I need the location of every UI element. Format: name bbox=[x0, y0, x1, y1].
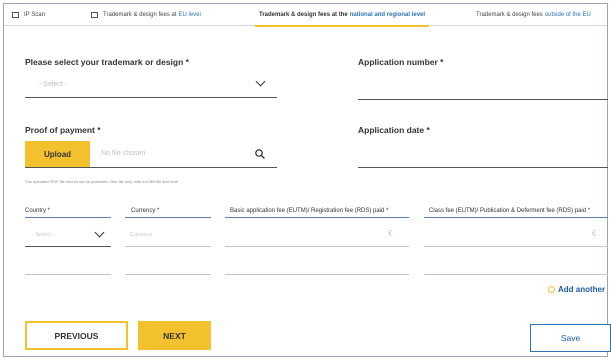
search-icon[interactable] bbox=[255, 149, 265, 159]
tab-highlight: EU level bbox=[178, 12, 201, 18]
trademark-select[interactable]: - Select - bbox=[39, 81, 67, 88]
add-another-label: Add another bbox=[558, 285, 606, 294]
chevron-down-icon[interactable] bbox=[94, 227, 105, 238]
upload-button[interactable]: Upload bbox=[25, 141, 90, 167]
tab-highlight: national and regional level bbox=[349, 12, 426, 18]
tab-national-regional[interactable]: Trademark & design fees at the national … bbox=[254, 4, 430, 27]
proof-of-payment-label: Proof of payment * bbox=[25, 125, 101, 135]
application-number-input[interactable] bbox=[358, 99, 608, 100]
file-underline bbox=[25, 167, 277, 168]
column-currency: Currency * bbox=[131, 208, 160, 214]
application-date-label: Application date * bbox=[358, 125, 430, 135]
currency-field[interactable]: Currency bbox=[130, 232, 152, 238]
no-file-text: No file chosen bbox=[101, 150, 146, 157]
currency-underline bbox=[125, 246, 211, 247]
row-underline[interactable] bbox=[25, 274, 111, 275]
next-button[interactable]: NEXT bbox=[138, 321, 211, 350]
column-country: Country * bbox=[25, 208, 51, 214]
column-underline bbox=[125, 217, 211, 218]
row-underline[interactable] bbox=[424, 274, 608, 275]
tab-ip-scan[interactable]: IP Scan bbox=[12, 4, 45, 26]
country-underline bbox=[25, 246, 111, 247]
country-select[interactable]: - Select - bbox=[32, 232, 54, 238]
tab-label: Trademark & design fees at bbox=[103, 12, 177, 18]
column-underline bbox=[225, 217, 409, 218]
application-number-label: Application number * bbox=[358, 57, 444, 67]
column-class-fee: Class fee (EUTM)/ Publication & Defermen… bbox=[429, 208, 591, 214]
column-basic-fee: Basic application fee (EUTM)/ Registrati… bbox=[230, 208, 389, 214]
chevron-down-icon[interactable] bbox=[255, 76, 266, 87]
tab-highlight: outside of the EU bbox=[544, 12, 591, 18]
row-underline[interactable] bbox=[125, 274, 211, 275]
column-underline bbox=[25, 217, 111, 218]
add-circle-icon bbox=[548, 286, 555, 293]
tab-outside-eu[interactable]: Trademark & design fees outside of the E… bbox=[476, 4, 591, 26]
checkbox-icon bbox=[12, 12, 19, 18]
trademark-select-underline bbox=[25, 97, 277, 98]
checkbox-icon bbox=[91, 12, 98, 18]
save-button[interactable]: Save bbox=[530, 324, 611, 352]
basic-fee-input[interactable] bbox=[225, 246, 409, 247]
previous-button[interactable]: PREVIOUS bbox=[25, 321, 128, 350]
form-frame: IP Scan Trademark & design fees at EU le… bbox=[3, 3, 611, 357]
tab-label: Trademark & design fees at the bbox=[259, 12, 348, 18]
application-date-input[interactable] bbox=[358, 167, 608, 168]
tab-bar: IP Scan Trademark & design fees at EU le… bbox=[4, 4, 607, 27]
tab-label: IP Scan bbox=[24, 12, 45, 18]
class-fee-unit: € bbox=[592, 229, 597, 238]
column-underline bbox=[424, 217, 608, 218]
row-underline[interactable] bbox=[225, 274, 409, 275]
file-note: The uploaded PDF file should not be prot… bbox=[25, 179, 179, 184]
basic-fee-unit: € bbox=[388, 229, 393, 238]
trademark-label: Please select your trademark or design * bbox=[25, 57, 189, 67]
add-another-link[interactable]: Add another bbox=[548, 285, 605, 294]
tab-label: Trademark & design fees bbox=[476, 12, 543, 18]
class-fee-input[interactable] bbox=[424, 246, 608, 247]
tab-eu-level[interactable]: Trademark & design fees at EU level bbox=[91, 4, 201, 26]
